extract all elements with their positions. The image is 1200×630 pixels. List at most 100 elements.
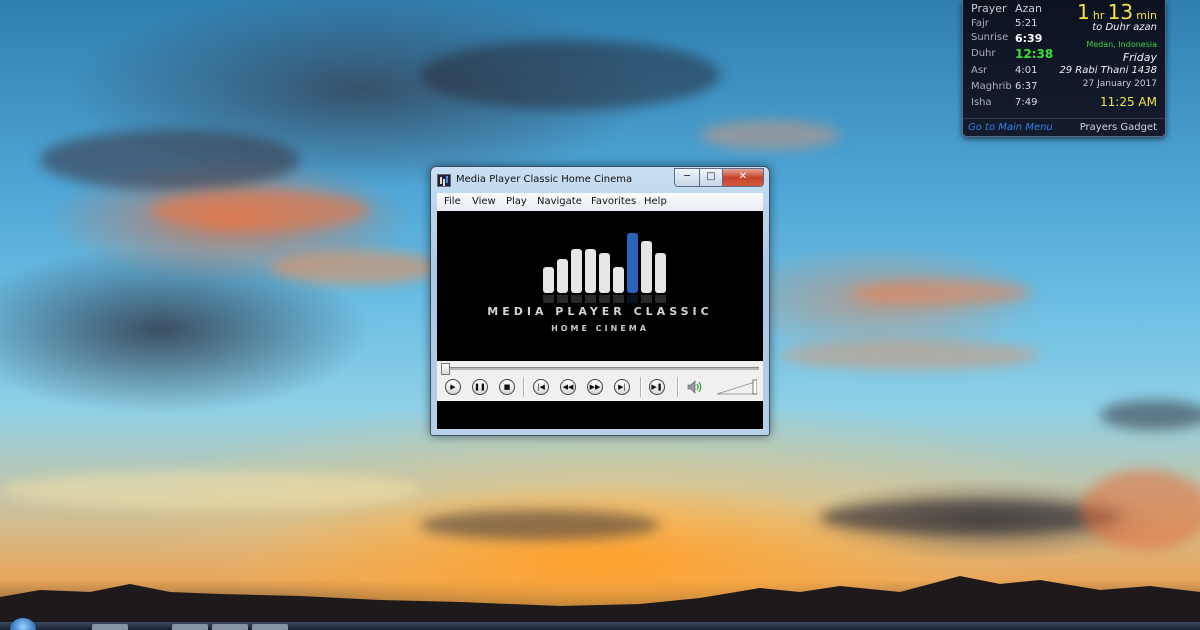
- countdown-hours-unit: hr: [1092, 9, 1105, 22]
- countdown-minutes-unit: min: [1136, 9, 1157, 22]
- prayer-row: Isha 7:49: [971, 97, 1071, 112]
- prayer-times-gadget: Prayer Azan Fajr 5:21 Sunrise 6:39 Duhr 12:38…: [962, 0, 1166, 137]
- weekday-label: Friday: [1122, 51, 1157, 64]
- frame-step-button[interactable]: ▶❚: [649, 379, 665, 395]
- close-button[interactable]: ✕: [722, 168, 764, 187]
- menu-view[interactable]: View: [472, 196, 496, 207]
- gadget-name: Prayers Gadget: [1079, 122, 1157, 133]
- forward-button[interactable]: ▶▶: [587, 379, 603, 395]
- taskbar-button[interactable]: [92, 624, 128, 630]
- speaker-icon[interactable]: [687, 380, 705, 394]
- logo-bar: [627, 233, 638, 293]
- logo-bar-reflection: [543, 295, 554, 303]
- stop-button[interactable]: ■: [499, 379, 515, 395]
- playback-controls: ▶ ❚❚ ■ |◀ ◀◀ ▶▶ ▶| ▶❚: [437, 375, 763, 401]
- taskbar-button[interactable]: [212, 624, 248, 630]
- taskbar-button[interactable]: [172, 624, 208, 630]
- mpc-logo-icon: [543, 233, 666, 303]
- prayer-row: Asr 4:01: [971, 65, 1071, 80]
- cloud-decoration: [820, 500, 1120, 535]
- azan-column-header: Azan: [1015, 2, 1043, 15]
- prayer-time: 7:49: [1015, 97, 1038, 108]
- logo-bar-reflection: [557, 295, 568, 303]
- logo-bar-reflection: [571, 295, 582, 303]
- prayer-time: 6:39: [1015, 32, 1043, 45]
- menu-help[interactable]: Help: [644, 196, 667, 207]
- prayer-name: Sunrise: [971, 32, 1009, 43]
- azan-countdown: 1 hr 13 min: [1077, 0, 1157, 24]
- video-display[interactable]: MEDIA PLAYER CLASSIC HOME CINEMA: [437, 211, 763, 361]
- toolbar-separator: [677, 377, 679, 397]
- play-button[interactable]: ▶: [445, 379, 461, 395]
- volume-thumb[interactable]: [752, 379, 757, 395]
- media-player-window: Media Player Classic Home Cinema ─ □ ✕ F…: [430, 166, 770, 436]
- logo-bar: [557, 259, 568, 293]
- logo-bar: [655, 253, 666, 293]
- logo-bar-reflection: [641, 295, 652, 303]
- logo-bar: [543, 267, 554, 293]
- prayer-header-row: Prayer Azan: [971, 2, 1071, 17]
- menu-favorites[interactable]: Favorites: [591, 196, 636, 207]
- window-title: Media Player Classic Home Cinema: [456, 174, 633, 185]
- menu-file[interactable]: File: [444, 196, 461, 207]
- cloud-decoration: [40, 130, 300, 190]
- rewind-button[interactable]: ◀◀: [560, 379, 576, 395]
- logo-bar-reflection: [655, 295, 666, 303]
- prayer-name: Asr: [971, 65, 988, 76]
- seek-track[interactable]: [441, 367, 759, 370]
- prayer-time: 5:21: [1015, 18, 1038, 29]
- cloud-decoration: [150, 190, 370, 230]
- prayer-time: 12:38: [1015, 47, 1054, 61]
- minimize-button[interactable]: ─: [674, 168, 700, 187]
- prayer-row: Sunrise 6:39: [971, 32, 1071, 47]
- menu-play[interactable]: Play: [506, 196, 527, 207]
- cloud-decoration: [420, 510, 660, 540]
- volume-slider[interactable]: [717, 379, 757, 395]
- current-time: 11:25 AM: [1100, 95, 1157, 109]
- prayer-column-header: Prayer: [971, 2, 1007, 15]
- next-azan-label: to Duhr azan: [1092, 22, 1157, 33]
- logo-bar: [571, 249, 582, 293]
- cloud-decoration: [1100, 400, 1200, 430]
- desktop-wallpaper: Prayer Azan Fajr 5:21 Sunrise 6:39 Duhr 12:38…: [0, 0, 1200, 630]
- gregorian-date: 27 January 2017: [1082, 79, 1157, 89]
- toolbar-separator: [640, 377, 642, 397]
- logo-bar: [585, 249, 596, 293]
- cloud-decoration: [850, 280, 1030, 305]
- mpc-app-icon[interactable]: [437, 174, 451, 187]
- countdown-minutes: 13: [1107, 0, 1134, 24]
- prayer-name: Duhr: [971, 48, 996, 59]
- prayer-name: Fajr: [971, 18, 989, 29]
- toolbar-separator: [523, 377, 525, 397]
- hijri-date: 29 Rabi Thani 1438: [1059, 65, 1157, 76]
- prayer-time: 6:37: [1015, 81, 1038, 92]
- logo-subtitle: HOME CINEMA: [551, 324, 649, 333]
- maximize-button[interactable]: □: [699, 168, 723, 187]
- menu-navigate[interactable]: Navigate: [537, 196, 582, 207]
- main-menu-link[interactable]: Go to Main Menu: [968, 122, 1053, 133]
- next-button[interactable]: ▶|: [614, 379, 630, 395]
- logo-bar: [599, 253, 610, 293]
- gadget-footer: Go to Main Menu Prayers Gadget: [963, 118, 1165, 136]
- cloud-decoration: [1080, 470, 1200, 550]
- pause-button[interactable]: ❚❚: [472, 379, 488, 395]
- prayer-name: Isha: [971, 97, 992, 108]
- cloud-decoration: [0, 470, 420, 510]
- logo-bar: [613, 267, 624, 293]
- countdown-hours: 1: [1077, 0, 1090, 24]
- cloud-decoration: [270, 250, 440, 285]
- logo-bar-reflection: [599, 295, 610, 303]
- location-label: Medan, Indonesia: [1086, 40, 1157, 49]
- logo-bar-reflection: [613, 295, 624, 303]
- window-client-area: File View Play Navigate Favorites Help MEDIA …: [437, 193, 763, 429]
- prayer-row: Fajr 5:21: [971, 18, 1071, 33]
- logo-bar-reflection: [627, 295, 638, 303]
- mountain-silhouette: [0, 576, 1200, 622]
- seek-bar[interactable]: [437, 361, 763, 375]
- previous-button[interactable]: |◀: [533, 379, 549, 395]
- title-bar[interactable]: Media Player Classic Home Cinema ─ □ ✕: [431, 167, 769, 193]
- status-area: [437, 401, 763, 429]
- seek-thumb[interactable]: [441, 363, 450, 375]
- cloud-decoration: [780, 340, 1040, 370]
- taskbar-button[interactable]: [252, 624, 288, 630]
